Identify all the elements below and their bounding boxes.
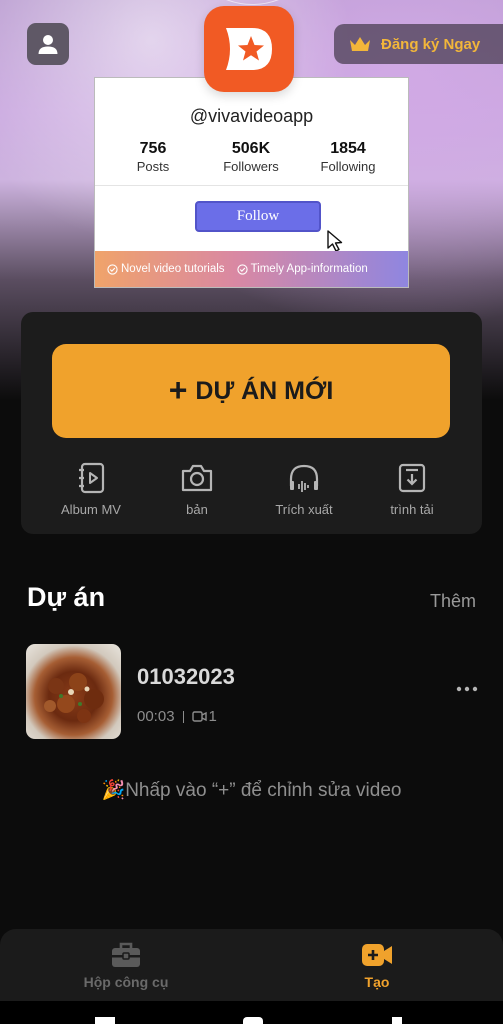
nav-label: Hộp công cụ xyxy=(83,974,169,990)
quick-tool-label: Trích xuất xyxy=(275,502,333,517)
project-thumbnail[interactable] xyxy=(26,644,121,739)
clip-count-value: 1 xyxy=(208,708,217,725)
stat-value: 756 xyxy=(139,140,167,157)
projects-title: Dự án xyxy=(27,582,106,612)
more-options-icon[interactable] xyxy=(456,686,478,692)
feature-item: Timely App-information xyxy=(236,263,368,275)
quick-tool-camera[interactable]: bản xyxy=(152,462,242,517)
stat-value: 506K xyxy=(231,140,271,157)
subscribe-label: Đăng ký Ngay xyxy=(381,35,481,53)
edit-hint: 🎉Nhấp vào “+” để chỉnh sửa video xyxy=(101,780,402,801)
project-name: 01032023 xyxy=(137,664,235,689)
user-icon xyxy=(38,35,58,54)
check-circle-icon xyxy=(236,263,248,275)
download-icon xyxy=(398,463,426,493)
back-indicator[interactable] xyxy=(392,1017,402,1024)
new-project-label: DỰ ÁN MỚI xyxy=(195,376,334,405)
more-projects-link[interactable]: Thêm xyxy=(430,591,476,612)
vivavideo-logo-icon xyxy=(226,28,272,70)
stat-followers: 506K Followers xyxy=(211,140,291,174)
stat-value: 1854 xyxy=(330,140,366,157)
app-logo xyxy=(204,6,294,92)
action-panel: + DỰ ÁN MỚI Album MV bản Trích xuất trìn… xyxy=(21,312,482,534)
card-footer: Novel video tutorials Timely App-informa… xyxy=(95,251,408,287)
subscribe-button[interactable]: Đăng ký Ngay xyxy=(334,24,503,64)
cursor-icon xyxy=(327,230,343,252)
quick-tool-download[interactable]: trình tải xyxy=(367,462,457,517)
check-circle-icon xyxy=(107,263,118,275)
new-project-button[interactable]: + DỰ ÁN MỚI xyxy=(52,344,450,438)
crown-icon xyxy=(350,37,370,51)
meta-divider xyxy=(182,710,184,723)
video-clip-icon xyxy=(191,711,207,722)
feature-item: Novel video tutorials xyxy=(107,263,225,275)
quick-tool-label: trình tải xyxy=(390,502,434,517)
home-indicator[interactable] xyxy=(243,1017,263,1024)
camera-icon xyxy=(181,464,213,492)
bottom-nav: Hộp công cụ Tạo xyxy=(0,929,503,1001)
quick-tool-label: Album MV xyxy=(61,502,121,517)
stat-label: Posts xyxy=(136,159,170,174)
feature-label: Novel video tutorials xyxy=(121,263,225,275)
feature-label: Timely App-information xyxy=(250,263,368,275)
card-divider xyxy=(95,185,408,186)
clip-count: 1 xyxy=(191,708,217,725)
plus-icon: + xyxy=(168,371,188,408)
album-mv-icon xyxy=(79,462,105,494)
stat-label: Followers xyxy=(223,159,279,174)
recents-indicator[interactable] xyxy=(95,1017,115,1024)
quick-tool-label: bản xyxy=(186,502,208,517)
project-meta: 00:03 1 xyxy=(137,708,217,725)
nav-create[interactable]: Tạo xyxy=(317,941,437,990)
project-duration: 00:03 xyxy=(137,708,175,725)
nav-toolbox[interactable]: Hộp công cụ xyxy=(66,941,186,990)
decorative-arc xyxy=(180,0,325,5)
profile-button[interactable] xyxy=(27,23,69,65)
toolbox-icon xyxy=(112,942,140,967)
create-video-icon xyxy=(362,944,392,966)
card-handle: @vivavideoapp xyxy=(189,106,314,126)
stat-posts: 756 Posts xyxy=(113,140,193,174)
promo-card[interactable]: @vivavideoapp 756 Posts 506K Followers 1… xyxy=(94,77,409,288)
nav-label: Tạo xyxy=(364,974,390,990)
follow-button[interactable]: Follow xyxy=(195,201,321,232)
system-nav-bar xyxy=(0,1001,503,1024)
quick-tool-extract[interactable]: Trích xuất xyxy=(259,462,349,517)
audio-extract-icon xyxy=(289,464,319,492)
stat-following: 1854 Following xyxy=(308,140,388,174)
food-thumbnail-image xyxy=(44,673,104,723)
stat-label: Following xyxy=(320,159,376,174)
project-item[interactable]: 01032023 00:03 1 xyxy=(26,644,478,739)
quick-tool-album-mv[interactable]: Album MV xyxy=(46,462,136,517)
